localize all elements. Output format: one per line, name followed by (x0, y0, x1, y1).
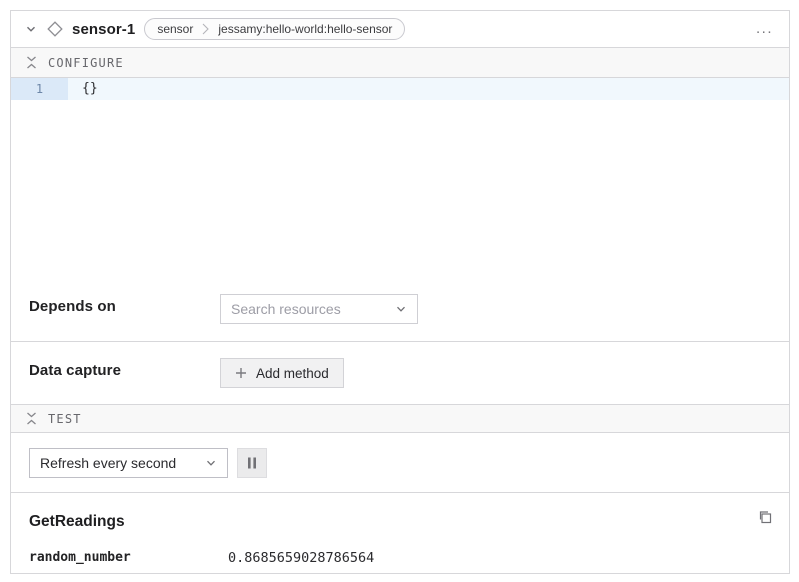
pause-refresh-button[interactable] (237, 448, 267, 478)
method-name: GetReadings (29, 507, 125, 531)
test-controls-row: Refresh every second (11, 433, 789, 493)
configure-section-title: CONFIGURE (48, 56, 124, 70)
editor-line-number: 1 (11, 78, 68, 100)
depends-on-row: Depends on Search resources (11, 278, 789, 342)
component-card: sensor-1 sensor jessamy:hello-world:hell… (10, 10, 790, 574)
config-json-editor[interactable]: 1 {} (11, 78, 789, 278)
reading-value: 0.8685659028786564 (228, 550, 374, 566)
reading-key: random_number (29, 550, 228, 566)
component-name: sensor-1 (72, 21, 135, 38)
editor-line-content: {} (68, 78, 98, 100)
badge-type-label: sensor (157, 22, 193, 36)
readings-header: GetReadings (29, 507, 775, 531)
data-capture-label: Data capture (29, 358, 220, 379)
chevron-down-icon[interactable] (25, 23, 37, 35)
component-type-badge: sensor jessamy:hello-world:hello-sensor (144, 18, 405, 40)
refresh-rate-select[interactable]: Refresh every second (29, 448, 228, 478)
component-header: sensor-1 sensor jessamy:hello-world:hell… (11, 11, 789, 48)
pause-icon (247, 457, 257, 469)
configure-section-bar: CONFIGURE (11, 48, 789, 78)
chevron-down-icon (395, 303, 407, 315)
copy-button[interactable] (755, 507, 775, 530)
collapse-section-icon[interactable] (26, 56, 37, 69)
more-options-button[interactable]: ... (754, 20, 775, 38)
refresh-rate-value: Refresh every second (40, 455, 176, 471)
chevron-right-icon (202, 23, 209, 35)
test-section-bar: TEST (11, 404, 789, 433)
add-method-label: Add method (256, 366, 329, 381)
add-method-button[interactable]: Add method (220, 358, 344, 388)
depends-on-select[interactable]: Search resources (220, 294, 418, 324)
plus-icon (235, 367, 247, 379)
test-results-panel: GetReadings random_number 0.868565902878… (11, 493, 789, 573)
editor-line[interactable]: 1 {} (11, 78, 789, 100)
collapse-section-icon[interactable] (26, 412, 37, 425)
chevron-down-icon (205, 457, 217, 469)
depends-on-label: Depends on (29, 294, 220, 315)
badge-model-label: jessamy:hello-world:hello-sensor (218, 22, 392, 36)
copy-icon (757, 509, 773, 525)
depends-on-placeholder: Search resources (231, 301, 341, 317)
reading-row: random_number 0.8685659028786564 (29, 550, 775, 566)
data-capture-row: Data capture Add method (11, 342, 789, 404)
sensor-diamond-icon (46, 20, 64, 38)
test-section-title: TEST (48, 412, 82, 426)
